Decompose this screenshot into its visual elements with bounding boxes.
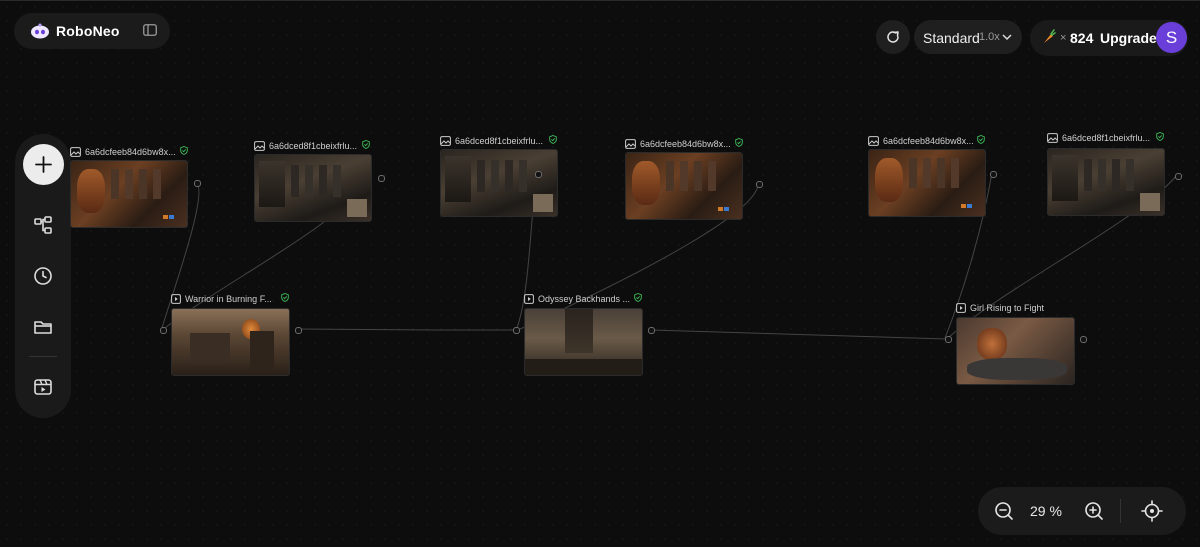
node-title: 6a6dcfeeb84d6bw8x...: [85, 147, 176, 157]
output-port[interactable]: [535, 171, 542, 178]
character-sheet-thumbnail: [254, 154, 372, 222]
output-port[interactable]: [378, 175, 385, 182]
video-icon: [956, 303, 966, 313]
output-port[interactable]: [990, 171, 997, 178]
node-header: Girl Rising to Fight: [956, 301, 1044, 315]
node-header: 6a6dced8f1cbeixfrlu...: [440, 134, 543, 148]
output-port[interactable]: [194, 180, 201, 187]
output-port[interactable]: [648, 327, 655, 334]
image-icon: [440, 136, 451, 146]
character-sheet-thumbnail: [1047, 148, 1165, 216]
character-sheet-thumbnail: [868, 149, 986, 217]
input-port[interactable]: [160, 327, 167, 334]
verified-shield-icon: [735, 138, 743, 147]
node-header: 6a6dced8f1cbeixfrlu...: [1047, 131, 1150, 145]
node-title: Odyssey Backhands ...: [538, 294, 631, 304]
video-thumbnail: [171, 308, 290, 376]
verified-shield-icon: [1156, 132, 1164, 141]
node-title: Warrior in Burning F...: [185, 294, 272, 304]
image-icon: [70, 147, 81, 157]
verified-shield-icon: [281, 293, 289, 302]
verified-shield-icon: [549, 135, 557, 144]
zoom-in-icon[interactable]: [1084, 501, 1104, 521]
output-port[interactable]: [1080, 336, 1087, 343]
zoom-control: 29 %: [978, 487, 1186, 535]
node-header: Warrior in Burning F...: [171, 292, 272, 306]
input-port[interactable]: [513, 327, 520, 334]
node-header: 6a6dcfeeb84d6bw8x...: [70, 145, 176, 159]
image-icon: [868, 136, 879, 146]
verified-shield-icon: [634, 293, 642, 302]
character-sheet-thumbnail: [625, 152, 743, 220]
zoom-out-icon[interactable]: [994, 501, 1014, 521]
node-title: 6a6dced8f1cbeixfrlu...: [1062, 133, 1151, 143]
verified-shield-icon: [180, 146, 188, 155]
image-icon: [1047, 133, 1058, 143]
node-title: 6a6dcfeeb84d6bw8x...: [640, 139, 731, 149]
node-header: 6a6dced8f1cbeixfrlu...: [254, 139, 357, 153]
video-thumbnail: [956, 317, 1075, 385]
image-icon: [254, 141, 265, 151]
verified-shield-icon: [362, 140, 370, 149]
connection-lines: [161, 172, 1177, 340]
node-header: 6a6dcfeeb84d6bw8x...: [625, 137, 731, 151]
node-header: Odyssey Backhands ...: [524, 292, 630, 306]
node-header: 6a6dcfeeb84d6bw8x...: [868, 134, 974, 148]
node-title: 6a6dcfeeb84d6bw8x...: [883, 136, 974, 146]
node-title: 6a6dced8f1cbeixfrlu...: [455, 136, 544, 146]
recenter-icon[interactable]: [1141, 500, 1163, 522]
video-icon: [524, 294, 534, 304]
character-sheet-thumbnail: [440, 149, 558, 217]
node-title: 6a6dced8f1cbeixfrlu...: [269, 141, 358, 151]
character-sheet-thumbnail: [70, 160, 188, 228]
zoom-level: 29 %: [1030, 503, 1062, 519]
zoom-divider: [1120, 499, 1121, 523]
output-port[interactable]: [1175, 173, 1182, 180]
image-icon: [625, 139, 636, 149]
verified-shield-icon: [977, 135, 985, 144]
video-icon: [171, 294, 181, 304]
output-port[interactable]: [295, 327, 302, 334]
output-port[interactable]: [756, 181, 763, 188]
video-thumbnail: [524, 308, 643, 376]
input-port[interactable]: [945, 336, 952, 343]
node-title: Girl Rising to Fight: [970, 303, 1045, 313]
